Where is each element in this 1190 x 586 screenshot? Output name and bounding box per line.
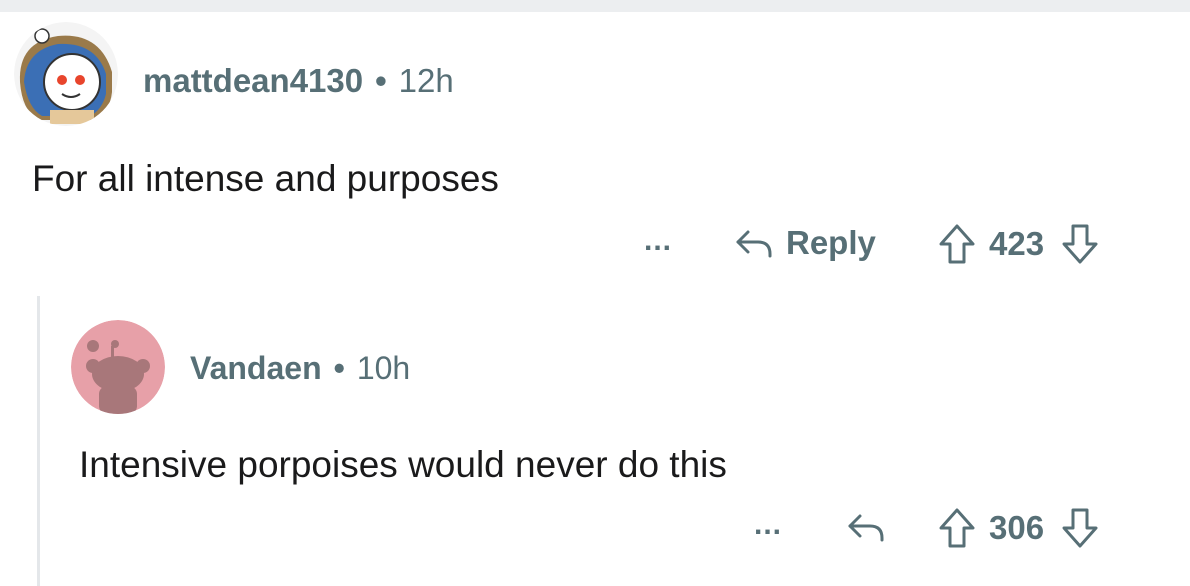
meta-separator: •: [333, 350, 345, 386]
comment-meta: Vandaen • 10h: [190, 350, 410, 387]
downvote-icon[interactable]: [1060, 222, 1100, 266]
thread-line[interactable]: [37, 296, 40, 586]
comment-meta: mattdean4130 • 12h: [143, 62, 454, 100]
vote-count: 306: [989, 509, 1045, 546]
vote-count: 423: [989, 225, 1045, 262]
downvote-icon[interactable]: [1060, 506, 1100, 550]
meta-separator: •: [375, 62, 387, 99]
vote-controls: 306: [937, 506, 1100, 550]
reply-arrow-icon: [846, 510, 886, 544]
reply-arrow-icon: [734, 226, 774, 260]
user-avatar[interactable]: [14, 22, 118, 126]
vote-controls: 423: [937, 222, 1100, 266]
more-options-button[interactable]: ...: [644, 224, 672, 258]
timestamp[interactable]: 12h: [399, 62, 454, 100]
reply-button[interactable]: [846, 510, 886, 544]
more-options-button[interactable]: ...: [754, 508, 782, 542]
reply-label: Reply: [786, 224, 876, 261]
comment-body: For all intense and purposes: [32, 158, 499, 199]
comment-body: Intensive porpoises would never do this: [79, 444, 727, 485]
user-avatar[interactable]: [71, 320, 165, 414]
reply-button[interactable]: Reply: [734, 224, 876, 262]
timestamp[interactable]: 10h: [357, 350, 410, 387]
upvote-icon[interactable]: [937, 222, 977, 266]
username[interactable]: mattdean4130: [143, 62, 363, 100]
username[interactable]: Vandaen: [190, 350, 322, 387]
top-strip: [0, 0, 1190, 12]
upvote-icon[interactable]: [937, 506, 977, 550]
